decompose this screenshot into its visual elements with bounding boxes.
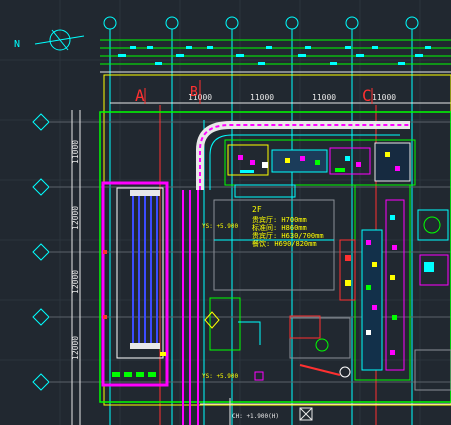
left-dim-label: 11000	[71, 140, 80, 164]
compass-label: N	[14, 39, 20, 50]
mid-room-outlines	[209, 184, 351, 359]
left-dim-label: 12000	[71, 206, 80, 230]
notes-line: 标准间: H860mm	[252, 223, 307, 232]
left-dim-label: 12000	[71, 270, 80, 294]
notes-block: 2F 贵宾厅: H700mm 标准间: H860mm 贵宾厅: H630/700…	[252, 205, 324, 248]
cad-drawing-canvas[interactable]: N 11000 11000 11000 11000 11000 12000 12…	[0, 0, 451, 425]
dim-label: 11000	[372, 93, 396, 102]
notes-line: 贵宾厅: H700mm	[252, 215, 307, 224]
notes-title: 2F	[252, 205, 262, 214]
equipment-legend	[112, 372, 156, 377]
elevation-tag: YS: +5.900	[202, 223, 239, 230]
elevation-tag: CH: +1.900(H)	[232, 413, 279, 420]
grid-letter-c: C	[362, 86, 372, 105]
notes-line: 贵宾厅: H630/700mm	[252, 231, 324, 240]
top-dimension-lines	[100, 39, 451, 73]
elevation-tag: YS: +5.900	[202, 373, 239, 380]
duct-bank	[132, 195, 158, 345]
cad-drawing[interactable]: N 11000 11000 11000 11000 11000 12000 12…	[0, 0, 451, 425]
left-dim-label: 12000	[71, 336, 80, 360]
dim-label: 11000	[250, 93, 274, 102]
grid-letter-b: B	[190, 85, 198, 100]
grid-letter-a: A	[135, 86, 145, 105]
notes-line: 餐饮: H690/820mm	[252, 239, 317, 248]
dim-label: 11000	[312, 93, 336, 102]
